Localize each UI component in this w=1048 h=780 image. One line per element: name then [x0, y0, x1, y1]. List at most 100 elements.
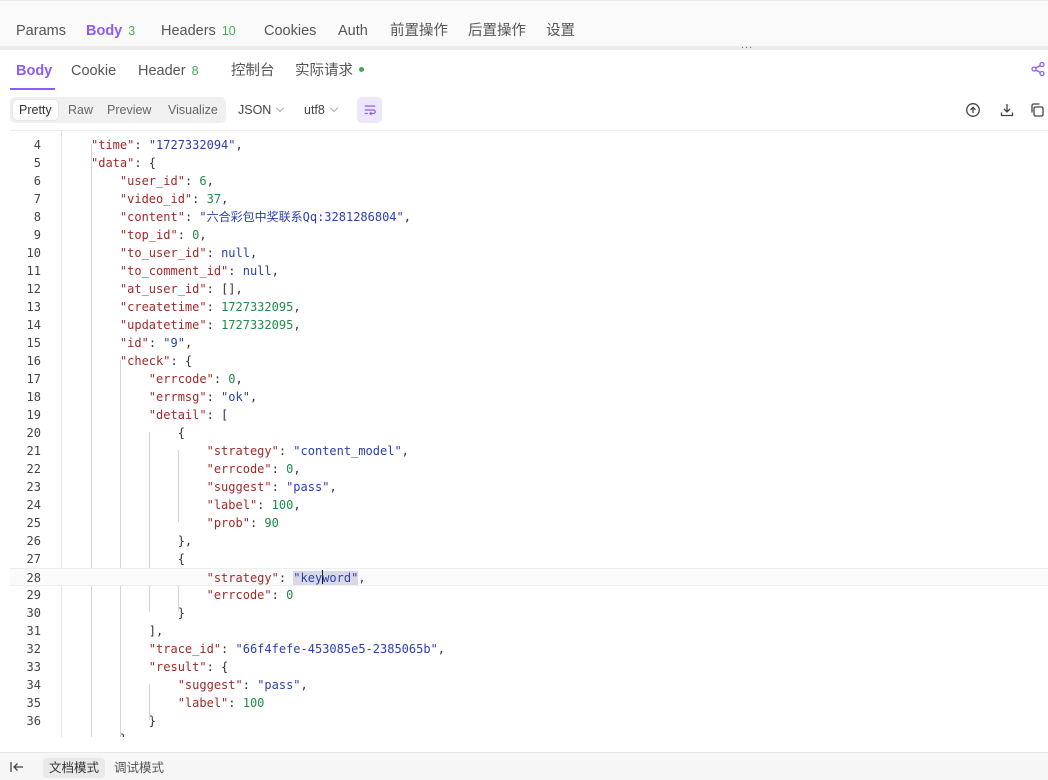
- line-number: 13: [26, 300, 41, 314]
- json-null: null: [242, 264, 272, 278]
- code-line: 30 }: [10, 604, 1048, 622]
- tab-label: 设置: [546, 23, 575, 39]
- json-key: "updatetime": [119, 318, 207, 332]
- code-line: 24 "label": 100,: [10, 496, 1048, 514]
- code-text: "content": "六合彩包中奖联系Qq:3281286804",: [119, 210, 411, 224]
- tab-pre-operations[interactable]: 前置操作: [390, 22, 448, 40]
- code-line: 23 "suggest": "pass",: [10, 478, 1048, 496]
- debug-mode-button[interactable]: 调试模式: [108, 758, 170, 778]
- json-key: "id": [119, 336, 149, 350]
- code-text: "time": "1727332094",: [91, 138, 243, 152]
- line-number: 8: [33, 210, 41, 224]
- code-line: 11 "to_comment_id": null,: [10, 262, 1048, 280]
- line-number: 29: [26, 588, 41, 602]
- line-number: 20: [26, 426, 41, 440]
- code-text: "user_id": 6,: [119, 174, 214, 188]
- code-line: 7 "video_id": 37,: [10, 190, 1048, 208]
- json-key: "data": [91, 156, 135, 170]
- code-text: "createtime": 1727332095,: [119, 300, 301, 314]
- status-dot-icon: [359, 67, 364, 72]
- json-key: "strategy": [206, 444, 279, 458]
- line-number: 10: [26, 246, 41, 260]
- code-text: "errcode": 0,: [148, 372, 243, 386]
- view-preview-button[interactable]: Preview: [101, 100, 157, 120]
- code-line: 12 "at_user_id": [],: [10, 280, 1048, 298]
- response-tab-console[interactable]: 控制台: [231, 62, 275, 80]
- document-mode-button[interactable]: 文档模式: [43, 758, 106, 778]
- json-key: "to_comment_id": [119, 264, 229, 278]
- json-null: null: [221, 246, 250, 260]
- code-text: }: [91, 730, 127, 737]
- code-line: 31 ],: [10, 622, 1048, 640]
- json-number: 1727332095: [221, 300, 294, 314]
- code-text: "updatetime": 1727332095,: [119, 318, 301, 332]
- json-number: 90: [264, 516, 279, 530]
- json-key: "label": [206, 498, 258, 512]
- code-text: "prob": 90: [206, 516, 279, 530]
- tab-headers[interactable]: Headers 10: [161, 22, 236, 40]
- encoding-select[interactable]: utf8: [304, 102, 339, 118]
- json-response-editor[interactable]: 4 "time": "1727332094", 5 "data": { 6 "use…: [10, 130, 1048, 737]
- json-string: "key: [293, 571, 323, 585]
- code-text: "label": 100,: [206, 498, 301, 512]
- json-number: 0: [286, 588, 294, 602]
- code-text: "errcode": 0,: [206, 462, 301, 476]
- code-text: "strategy": "keyword",: [206, 570, 366, 585]
- line-number: 34: [26, 678, 41, 692]
- copy-icon[interactable]: [1029, 102, 1045, 118]
- code-text: "errcode": 0: [206, 588, 294, 602]
- code-line: 8 "content": "六合彩包中奖联系Qq:3281286804",: [10, 208, 1048, 226]
- wrap-lines-icon: [364, 105, 376, 116]
- tab-label: Headers: [161, 23, 216, 39]
- json-string: "66f4fefe-453085e5-2385065b": [235, 642, 438, 656]
- tab-post-operations[interactable]: 后置操作: [468, 22, 526, 40]
- json-key: "to_user_id": [119, 246, 207, 260]
- tab-label: Params: [16, 23, 66, 39]
- json-string: "pass": [286, 480, 330, 494]
- format-select[interactable]: JSON: [238, 102, 285, 118]
- json-number: 0: [228, 372, 236, 386]
- wrap-lines-button[interactable]: [357, 97, 382, 123]
- collapse-panel-icon[interactable]: [10, 761, 24, 773]
- json-number: 1727332095: [221, 318, 294, 332]
- code-line: 4 "time": "1727332094",: [10, 136, 1048, 154]
- json-key: "user_id": [119, 174, 185, 188]
- json-key: "check": [119, 354, 171, 368]
- tab-body[interactable]: Body 3: [86, 22, 135, 40]
- tab-cookies[interactable]: Cookies: [264, 22, 316, 40]
- tab-badge: 10: [221, 24, 236, 38]
- json-string: "pass": [257, 678, 301, 692]
- response-tab-header[interactable]: Header 8: [138, 62, 199, 80]
- json-array: []: [221, 282, 236, 296]
- response-tab-cookie[interactable]: Cookie: [71, 62, 116, 80]
- view-raw-button[interactable]: Raw: [62, 100, 99, 120]
- json-key: "strategy": [206, 571, 279, 585]
- code-text: }: [148, 714, 157, 728]
- code-line: 22 "errcode": 0,: [10, 460, 1048, 478]
- resize-grip-icon[interactable]: ...: [741, 40, 753, 51]
- code-line: 17 "errcode": 0,: [10, 370, 1048, 388]
- code-text: },: [177, 534, 193, 548]
- line-number: 28: [26, 571, 41, 585]
- tab-params[interactable]: Params: [16, 22, 66, 40]
- upload-icon[interactable]: [965, 102, 981, 118]
- json-key: "errcode": [206, 588, 272, 602]
- tab-auth[interactable]: Auth: [338, 22, 368, 40]
- tab-settings[interactable]: 设置: [546, 22, 575, 40]
- json-string: "ok": [221, 390, 250, 404]
- response-tab-body[interactable]: Body: [16, 62, 52, 80]
- code-line: 34 "suggest": "pass",: [10, 676, 1048, 694]
- line-number: 18: [26, 390, 41, 404]
- view-visualize-button[interactable]: Visualize: [162, 100, 224, 120]
- share-icon[interactable]: [1030, 61, 1046, 77]
- view-pretty-button[interactable]: Pretty: [13, 100, 58, 120]
- line-number: 33: [26, 660, 41, 674]
- line-number: 25: [26, 516, 41, 530]
- tab-label: Body: [16, 63, 53, 79]
- json-string: word": [322, 571, 359, 585]
- tab-label: Auth: [338, 23, 368, 39]
- download-icon[interactable]: [999, 102, 1015, 118]
- code-line: 25 "prob": 90: [10, 514, 1048, 532]
- response-tab-actual-request[interactable]: 实际请求: [295, 62, 364, 80]
- code-text: ],: [148, 624, 164, 638]
